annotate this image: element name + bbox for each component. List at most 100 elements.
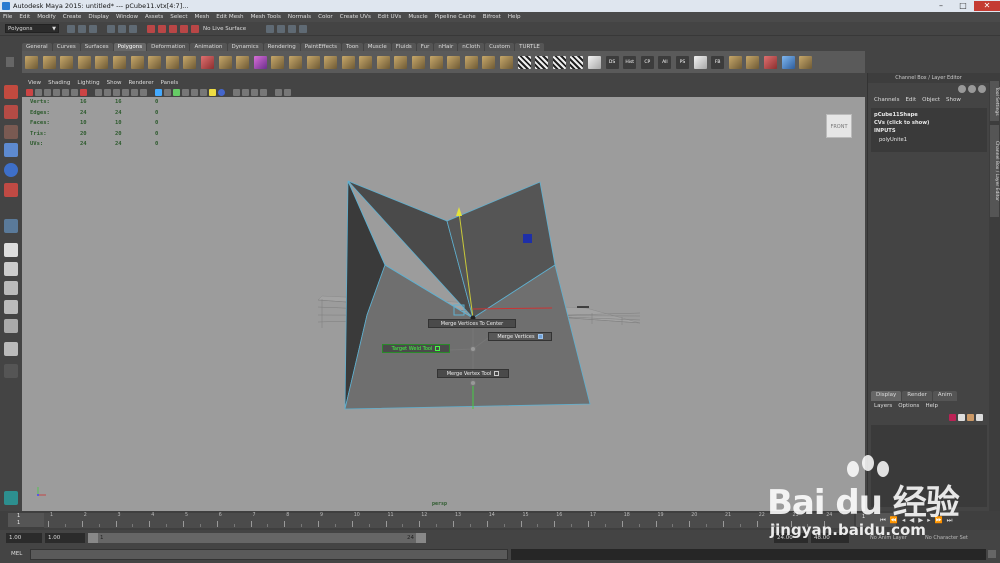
poly-sphere-icon[interactable] — [25, 55, 38, 69]
render-settings-icon[interactable] — [299, 24, 308, 33]
smooth-shade-icon[interactable] — [164, 88, 171, 96]
range-start-handle[interactable] — [88, 533, 98, 543]
menu-help[interactable]: Help — [508, 14, 521, 20]
menu-edit[interactable]: Edit — [19, 14, 30, 20]
open-scene-icon[interactable] — [78, 24, 86, 33]
automatic-mapping-icon[interactable] — [570, 55, 584, 69]
play-forward-icon[interactable]: ▶ — [918, 516, 923, 525]
go-to-end-icon[interactable]: ⏭ — [947, 516, 953, 525]
field-chart-icon[interactable] — [122, 88, 129, 96]
cvs-click-to-show[interactable]: CVs (click to show) — [874, 119, 984, 127]
shadows-icon[interactable] — [200, 88, 207, 96]
time-ruler[interactable]: 1 2 3 4 5 6 7 8 9 10 11 12 13 14 15 16 17 18 19 20 21 22 23 24 — [44, 513, 854, 528]
sculpt-icon[interactable] — [693, 55, 707, 69]
persp-outliner-layout-icon[interactable] — [4, 281, 18, 295]
xray-components-icon[interactable] — [260, 88, 267, 96]
single-perspective-layout-icon[interactable] — [4, 243, 18, 257]
step-back-frame-icon[interactable]: ◂ — [902, 516, 905, 525]
quadrangulate-icon[interactable] — [464, 55, 478, 69]
scene-canvas[interactable] — [22, 97, 865, 511]
select-by-object-type-icon[interactable] — [118, 24, 126, 33]
layer-menu-layers[interactable]: Layers — [874, 403, 892, 409]
merge-vertices-to-center-item[interactable]: Merge Vertices To Center — [428, 319, 516, 328]
center-pivot-button[interactable]: CP — [640, 55, 654, 69]
combine-icon[interactable] — [200, 55, 214, 69]
xray-icon[interactable] — [242, 88, 249, 96]
bridge-icon[interactable] — [288, 55, 302, 69]
layer-tab-anim[interactable]: Anim — [932, 391, 958, 401]
shelf-tab-nhair[interactable]: nHair — [434, 43, 458, 51]
viewport-menu-lighting[interactable]: Lighting — [77, 80, 99, 86]
script-editor-icon[interactable] — [988, 550, 996, 558]
grid-toggle-icon[interactable] — [80, 88, 87, 96]
shelf-tab-deformation[interactable]: Deformation — [147, 43, 190, 51]
range-end-handle[interactable] — [416, 533, 426, 543]
poly-cone-icon[interactable] — [77, 55, 91, 69]
triangulate-icon[interactable] — [447, 55, 461, 69]
viewport-menu-view[interactable]: View — [28, 80, 41, 86]
persp-graph-layout-icon[interactable] — [4, 300, 18, 314]
menu-color[interactable]: Color — [318, 14, 333, 20]
four-view-layout-icon[interactable] — [4, 262, 18, 276]
shelf-tab-rendering[interactable]: Rendering — [263, 43, 300, 51]
merge-vertices-item[interactable]: Merge Vertices — [488, 332, 552, 341]
outliner-layout-icon[interactable] — [4, 342, 18, 356]
poly-pipe-icon[interactable] — [165, 55, 179, 69]
scale-tool-icon[interactable] — [4, 183, 18, 197]
layer-tab-display[interactable]: Display — [871, 391, 902, 401]
wedge-icon[interactable] — [394, 55, 408, 69]
wireframe-on-shaded-icon[interactable] — [173, 88, 180, 96]
menu-normals[interactable]: Normals — [288, 14, 311, 20]
snap-point-icon[interactable] — [169, 24, 177, 33]
range-slider-bar[interactable]: 1 24 — [88, 533, 426, 543]
2d-pan-zoom-icon[interactable] — [62, 88, 69, 96]
shelf-tab-surfaces[interactable]: Surfaces — [80, 43, 113, 51]
hypershade-layout-icon[interactable] — [4, 319, 18, 333]
rotate-tool-icon[interactable] — [4, 163, 18, 177]
transfer-icon[interactable] — [746, 55, 760, 69]
menu-select[interactable]: Select — [170, 14, 187, 20]
bevel-icon[interactable] — [376, 55, 390, 69]
merge-vertex-options-icon[interactable] — [494, 371, 500, 376]
play-backward-icon[interactable]: ◀ — [909, 516, 914, 525]
poly-torus-icon[interactable] — [112, 55, 126, 69]
poly-cylinder-icon[interactable] — [60, 55, 74, 69]
channel-box-icon[interactable] — [958, 85, 966, 93]
cb-menu-channels[interactable]: Channels — [874, 97, 899, 103]
isolate-select-icon[interactable] — [233, 88, 240, 96]
menu-create[interactable]: Create — [63, 14, 82, 20]
planar-mapping-icon[interactable] — [517, 55, 531, 69]
menu-create-uvs[interactable]: Create UVs — [340, 14, 371, 20]
ipr-render-icon[interactable] — [288, 24, 297, 33]
layer-menu-help[interactable]: Help — [925, 403, 938, 409]
shelf-tab-toon[interactable]: Toon — [342, 43, 363, 51]
merge-vertex-tool-item[interactable]: Merge Vertex Tool — [437, 369, 509, 378]
history-button[interactable]: Hist — [623, 55, 637, 69]
delete-layer-icon[interactable] — [976, 414, 983, 421]
camera-attributes-icon[interactable] — [35, 88, 42, 96]
target-weld-options-icon[interactable] — [435, 346, 441, 351]
image-plane-icon[interactable] — [53, 88, 60, 96]
move-tool-icon[interactable] — [4, 143, 18, 157]
poly-pyramid-icon[interactable] — [148, 55, 162, 69]
layer-menu-options[interactable]: Options — [898, 403, 919, 409]
spherical-mapping-icon[interactable] — [552, 55, 566, 69]
layer-tab-render[interactable]: Render — [902, 391, 932, 401]
select-tool-icon[interactable] — [4, 85, 18, 99]
command-language-label[interactable]: MEL — [11, 549, 22, 559]
film-gate-icon[interactable] — [95, 88, 102, 96]
xray-joints-icon[interactable] — [251, 88, 258, 96]
gate-mask-icon[interactable] — [113, 88, 120, 96]
menu-edit-uvs[interactable]: Edit UVs — [378, 14, 401, 20]
render-current-frame-icon[interactable] — [277, 24, 286, 33]
character-set-selector[interactable]: No Character Set — [925, 533, 968, 543]
menu-file[interactable]: File — [3, 14, 12, 20]
shelf-tab-polygons[interactable]: Polygons — [113, 43, 147, 51]
menu-set-dropdown[interactable]: Polygons ▼ — [5, 24, 59, 33]
mirror-icon[interactable] — [728, 55, 742, 69]
shelf-tab-fluids[interactable]: Fluids — [391, 43, 416, 51]
lights-icon[interactable] — [209, 88, 216, 96]
make-live-icon[interactable] — [191, 24, 199, 33]
minimize-icon[interactable]: – — [930, 1, 952, 11]
viewport-menu-renderer[interactable]: Renderer — [128, 80, 153, 86]
